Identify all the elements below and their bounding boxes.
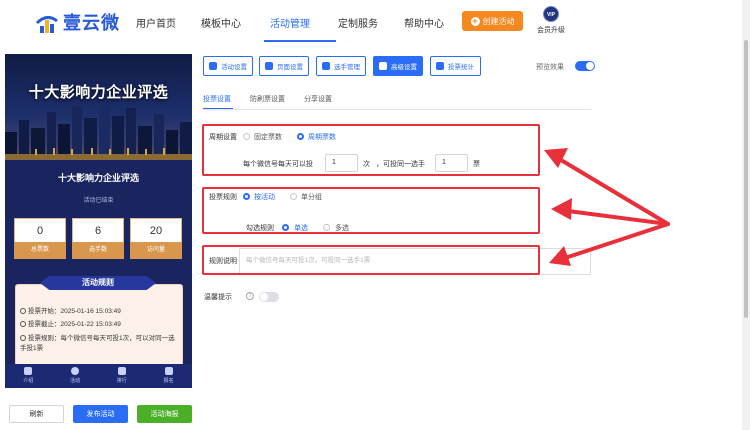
preview-subtitle: 十大影响力企业评选 [57,173,139,183]
preview-hero-title: 十大影响力企业评选 [28,84,169,101]
arrowhead-vote-rule [551,198,572,220]
person-icon [164,367,173,375]
subtab-vote-settings[interactable]: 投票设置 [203,94,231,104]
tab-label: 活动 [70,378,81,384]
subtab-active-indicator [203,108,233,109]
vip-upgrade[interactable]: VIP 会员升级 [536,6,566,35]
page-scrollbar[interactable] [742,0,750,430]
mobile-preview: 十大影响力企业评选 十大影响力企业评选 活动已结束 0 总票数 6 选手数 20… [5,54,192,388]
bar-chart-icon [436,62,444,70]
gear-icon [209,62,217,70]
stat-label: 选手数 [72,242,124,259]
nav-item-home[interactable]: 用户首页 [136,15,176,30]
stat-label: 访问量 [130,242,182,259]
poster-button[interactable]: 活动海报 [137,405,192,423]
tip-toggle[interactable] [259,292,279,302]
rules-title: 活动规则 [40,276,156,290]
preview-toggle[interactable] [575,61,595,71]
tip-label: 温馨提示 [204,294,232,301]
subtab-divider [203,109,591,110]
rule-vote: 投票规则：每个微信号每天可投1次，可以对同一选手投1票 [20,334,180,354]
preview-status: 活动已结束 [83,198,114,204]
preview-tab-intro[interactable]: 介绍 [5,364,52,388]
toggle-knob [586,62,594,70]
rule-end-text: 投票截止：2025-01-22 15:03:49 [28,321,121,328]
plus-icon: + [470,15,480,26]
stat-value: 20 [130,218,182,242]
rule-start-text: 投票开始：2025-01-16 15:03:49 [28,308,121,315]
tab-label: 介绍 [23,378,34,384]
toolbar-advanced-settings[interactable]: 高级设置 [373,56,423,76]
rule-vote-text: 投票规则：每个微信号每天可投1次，可以对同一选手投1票 [20,335,175,352]
scrollbar-thumb[interactable] [744,40,748,318]
stat-value: 6 [72,218,124,242]
preview-tab-ranking[interactable]: 排行 [99,364,146,388]
rule-start: 投票开始：2025-01-16 15:03:49 [20,307,180,317]
clock-icon [20,308,26,314]
page: 壹云微 用户首页 模板中心 活动管理 定制服务 帮助中心 + 创建活动 VIP … [0,0,750,430]
toolbar-label: 活动设置 [221,64,247,71]
preview-tabbar: 介绍 活动 排行 报名 [5,364,192,388]
stat-visits: 20 访问量 [130,218,182,259]
nav-item-help[interactable]: 帮助中心 [404,15,444,30]
create-activity-button[interactable]: + 创建活动 [462,11,523,31]
vip-label: 会员升级 [537,27,565,34]
clock-icon [20,321,26,327]
nav-active-indicator [264,40,336,42]
toolbar-label: 投票统计 [448,64,474,71]
toggle-knob [260,293,268,301]
nav-item-custom[interactable]: 定制服务 [338,15,378,30]
stat-value: 0 [14,218,66,242]
arrowhead-period [544,148,568,168]
nav-item-activities[interactable]: 活动管理 [270,15,310,30]
annotation-box-period [202,124,540,176]
create-activity-label: 创建活动 [482,16,515,26]
refresh-button[interactable]: 刷新 [9,405,64,423]
preview-tab-activity[interactable]: 活动 [52,364,99,388]
subtab-anti-fraud[interactable]: 防刷票设置 [250,94,285,104]
toolbar-activity-settings[interactable]: 活动设置 [203,56,253,76]
preview-tab-signup[interactable]: 报名 [145,364,192,388]
annotation-box-vote-rule [202,187,540,234]
vip-icon: VIP [543,6,559,22]
rule-end: 投票截止：2025-01-22 15:03:49 [20,320,180,330]
toolbar-vote-stats[interactable]: 投票统计 [430,56,481,76]
toolbar-label: 高级设置 [391,64,417,71]
stat-total-votes: 0 总票数 [14,218,66,259]
toolbar-page-settings[interactable]: 页面设置 [259,56,309,76]
activity-icon [71,367,80,375]
annotation-box-rule-desc [202,245,540,275]
sliders-icon [379,62,387,70]
toolbar-contestants[interactable]: 选手管理 [316,56,366,76]
tab-label: 报名 [163,378,174,384]
arrow-line-period [559,158,670,226]
nav-item-templates[interactable]: 模板中心 [201,15,241,30]
stat-label: 总票数 [14,242,66,259]
clock-icon [20,335,26,341]
gear-icon [265,62,273,70]
stat-contestants: 6 选手数 [72,218,124,259]
toolbar-label: 选手管理 [334,64,360,71]
toolbar-label: 页面设置 [277,64,303,71]
medal-icon [117,367,126,375]
skyline-image [5,102,192,160]
arrow-line-vote-rule [566,209,670,226]
preview-toggle-label: 预览效果 [536,64,564,71]
help-icon[interactable]: ? [246,292,254,300]
tab-label: 排行 [116,378,127,384]
info-icon [24,367,33,375]
logo-icon [35,16,58,33]
brand-name: 壹云微 [63,13,120,33]
top-nav: 壹云微 用户首页 模板中心 活动管理 定制服务 帮助中心 + 创建活动 VIP … [0,0,742,44]
publish-button[interactable]: 发布活动 [73,405,128,423]
logo[interactable]: 壹云微 [34,9,120,35]
users-icon [322,62,330,70]
preview-hero: 十大影响力企业评选 [5,54,192,160]
subtab-share[interactable]: 分享设置 [304,94,332,104]
